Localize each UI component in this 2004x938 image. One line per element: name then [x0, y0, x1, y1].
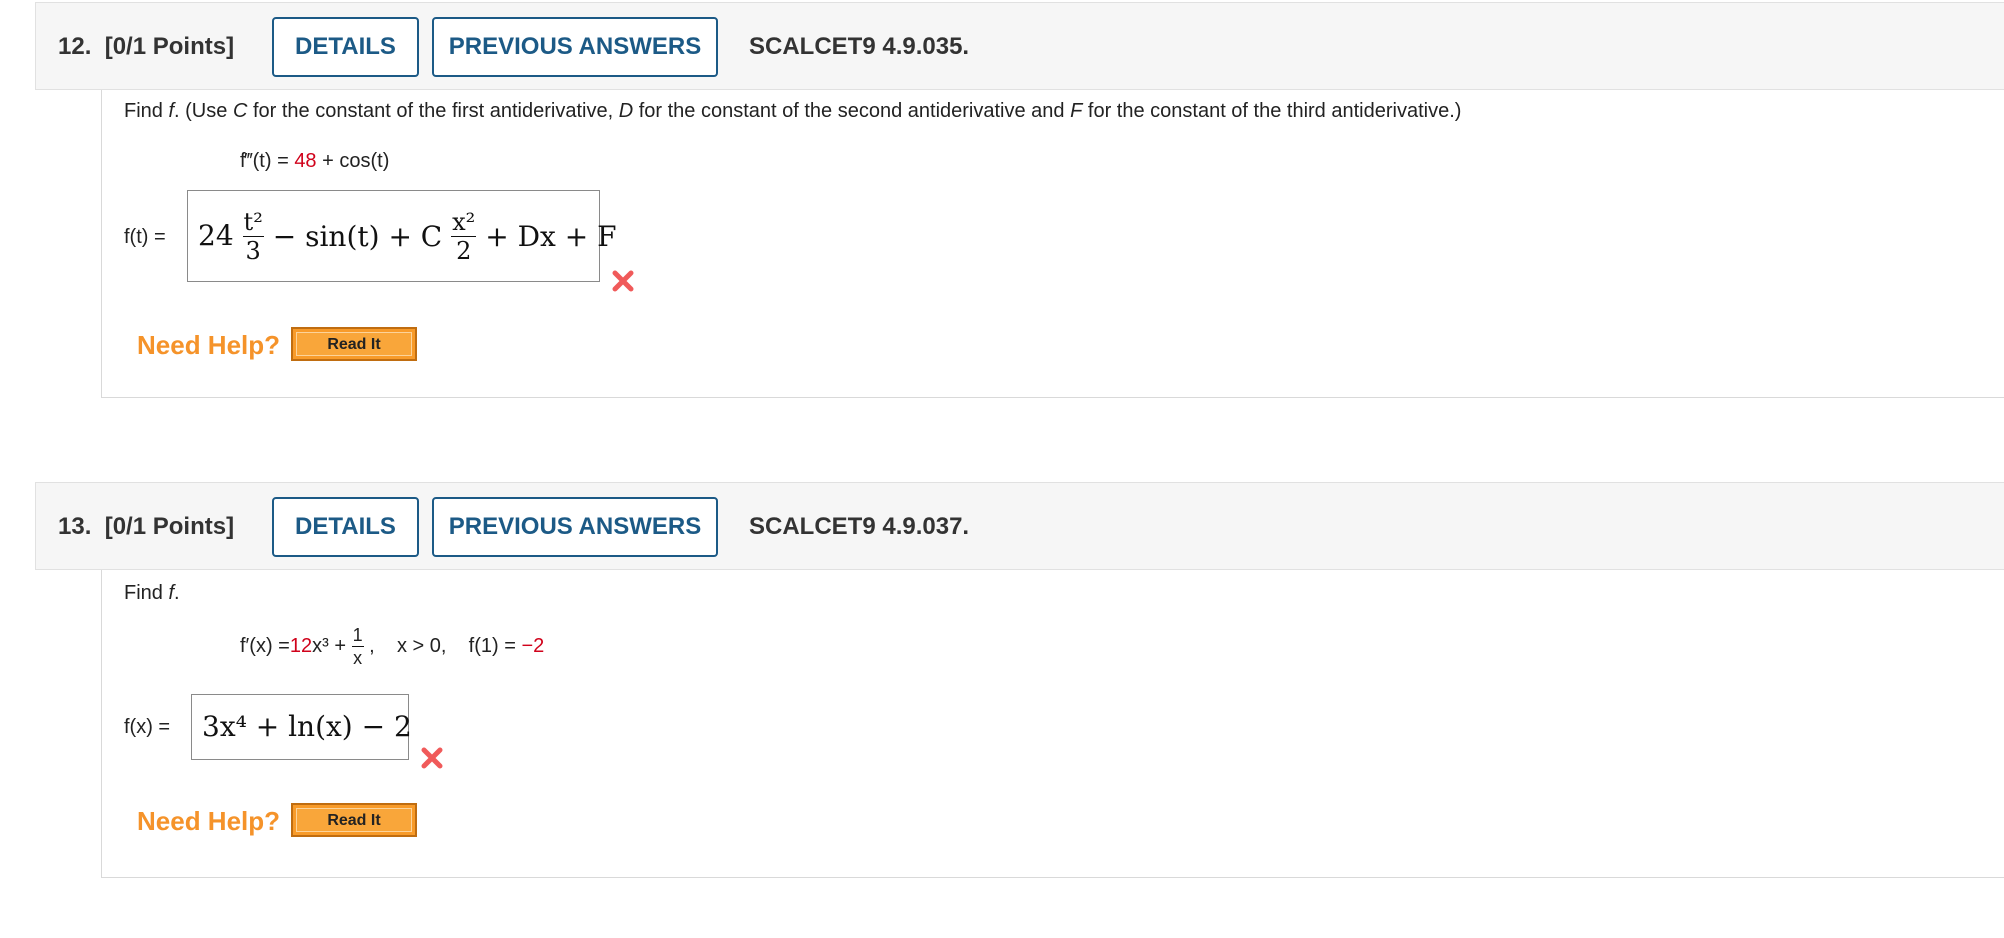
answer-label: f(t) = [124, 226, 166, 248]
given-equation: f‴(t) = 48 + cos(t) [240, 150, 390, 172]
initial-value: −2 [521, 635, 545, 657]
question-header: 13. [0/1 Points] DETAILS PREVIOUS ANSWER… [35, 482, 2004, 570]
previous-answers-button[interactable]: PREVIOUS ANSWERS [432, 497, 718, 557]
question-code: SCALCET9 4.9.035. [749, 33, 970, 60]
details-button[interactable]: DETAILS [272, 497, 419, 557]
question-number-and-points: 13. [0/1 Points] [58, 513, 235, 540]
question-prompt: Find f. [124, 582, 180, 604]
answer-input[interactable]: 3x⁴ + ln(x) − 2 [191, 694, 412, 760]
question-body: Find f. (Use C for the constant of the f… [101, 90, 2004, 398]
question-number-and-points: 12. [0/1 Points] [58, 33, 235, 60]
wrong-x-icon [421, 747, 443, 769]
question-prompt: Find f. (Use C for the constant of the f… [124, 100, 1462, 122]
given-equation: f′(x) = 12x³ + 1 x , x > 0, f(1) = −2 [240, 625, 545, 668]
wrong-x-icon [612, 270, 634, 292]
need-help-label: Need Help? [137, 330, 281, 360]
read-it-button[interactable]: Read It [291, 803, 417, 837]
question-code: SCALCET9 4.9.037. [749, 513, 970, 540]
previous-answers-button[interactable]: PREVIOUS ANSWERS [432, 17, 718, 77]
answer-input[interactable]: 24 t² 3 − sin(t) + C x² 2 + Dx + F [187, 190, 617, 282]
given-coefficient: 12 [289, 635, 313, 657]
answer-label: f(x) = [124, 716, 171, 738]
question-body: Find f. f′(x) = 12x³ + 1 x , x > 0, f(1)… [101, 570, 2004, 878]
read-it-button[interactable]: Read It [291, 327, 417, 361]
details-button[interactable]: DETAILS [272, 17, 419, 77]
given-coefficient: 48 [294, 150, 317, 172]
need-help-label: Need Help? [137, 806, 281, 836]
question-header: 12. [0/1 Points] DETAILS PREVIOUS ANSWER… [35, 2, 2004, 90]
read-it-label: Read It [296, 332, 412, 356]
read-it-label: Read It [296, 808, 412, 832]
